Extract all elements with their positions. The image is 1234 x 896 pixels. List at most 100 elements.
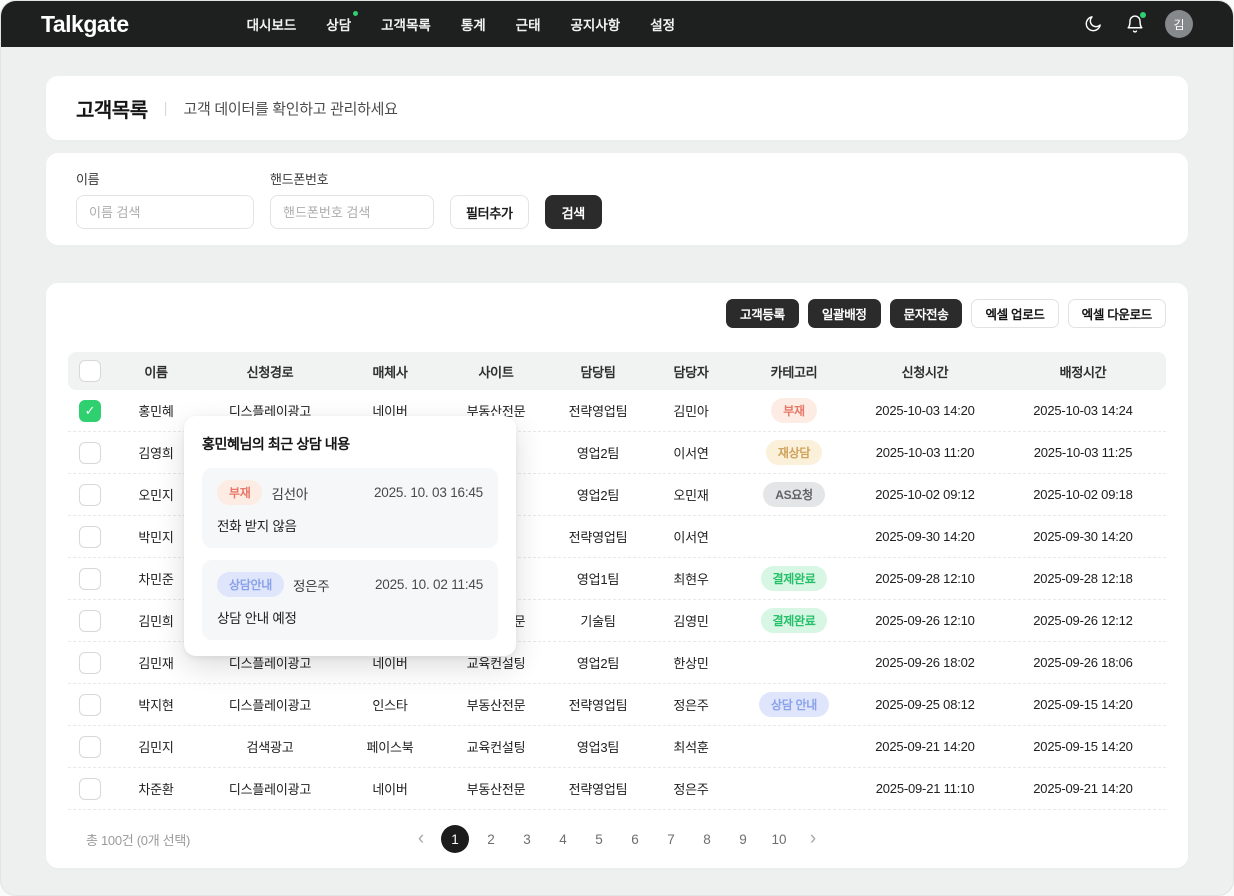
col-header-media: 매체사 bbox=[372, 364, 408, 380]
cell-agent: 최석훈 bbox=[673, 740, 709, 755]
nav-item-label: 고객목록 bbox=[381, 18, 431, 33]
page-button-4[interactable]: 4 bbox=[549, 825, 577, 853]
bulk-assign-button[interactable]: 일괄배정 bbox=[807, 299, 881, 328]
cell-name: 홍민혜 bbox=[138, 404, 174, 419]
row-checkbox[interactable] bbox=[79, 567, 101, 590]
row-checkbox[interactable] bbox=[79, 693, 101, 716]
cell-name: 김민지 bbox=[138, 740, 174, 755]
cell-assigned-at: 2025-09-15 14:20 bbox=[1033, 739, 1133, 754]
cell-media: 네이버 bbox=[372, 782, 408, 797]
top-navbar: Talkgate 대시보드 상담 고객목록 통계 근태 공지사항 설정 김 bbox=[1, 1, 1233, 47]
row-checkbox[interactable]: ✓ bbox=[79, 399, 101, 422]
dark-mode-toggle[interactable] bbox=[1081, 12, 1105, 36]
cell-site: 교육컨설팅 bbox=[466, 740, 526, 755]
cell-agent: 김민아 bbox=[673, 404, 709, 419]
nav-item-dashboard[interactable]: 대시보드 bbox=[247, 14, 297, 34]
row-checkbox[interactable] bbox=[79, 777, 101, 800]
row-checkbox[interactable] bbox=[79, 525, 101, 548]
page-button-1[interactable]: 1 bbox=[441, 825, 469, 853]
nav-item-label: 통계 bbox=[460, 18, 486, 33]
cell-team: 영업2팀 bbox=[576, 446, 620, 461]
page-header-card: 고객목록 | 고객 데이터를 확인하고 관리하세요 bbox=[46, 76, 1188, 140]
category-badge: 결제완료 bbox=[760, 566, 828, 591]
excel-download-button[interactable]: 엑셀 다운로드 bbox=[1067, 299, 1166, 328]
col-header-applied: 신청시간 bbox=[901, 364, 949, 380]
cell-assigned-at: 2025-09-21 14:20 bbox=[1033, 781, 1133, 796]
nav-item-notice[interactable]: 공지사항 bbox=[571, 14, 621, 34]
cell-name: 김민재 bbox=[138, 656, 174, 671]
cell-agent: 이서연 bbox=[673, 530, 709, 545]
cell-applied-at: 2025-09-26 18:02 bbox=[875, 655, 975, 670]
consult-status-badge: 상담안내 bbox=[217, 572, 284, 597]
selection-summary: 총 100건 (0개 선택) bbox=[86, 832, 191, 848]
cell-applied-at: 2025-09-25 08:12 bbox=[875, 697, 975, 712]
cell-agent: 오민재 bbox=[673, 488, 709, 503]
notifications-button[interactable] bbox=[1123, 12, 1147, 36]
page-button-2[interactable]: 2 bbox=[477, 825, 505, 853]
send-sms-button[interactable]: 문자전송 bbox=[889, 299, 963, 328]
cell-assigned-at: 2025-09-26 12:12 bbox=[1033, 613, 1133, 628]
avatar[interactable]: 김 bbox=[1165, 10, 1193, 38]
cell-team: 전략영업팀 bbox=[568, 698, 628, 713]
nav-item-label: 공지사항 bbox=[570, 18, 621, 33]
category-badge: AS요청 bbox=[763, 482, 825, 507]
search-button[interactable]: 검색 bbox=[544, 195, 602, 229]
add-filter-button[interactable]: 필터추가 bbox=[450, 195, 529, 229]
phone-search-input[interactable] bbox=[270, 195, 434, 229]
consult-entry: 상담안내 정은주 2025. 10. 02 11:45 상담 안내 예정 bbox=[202, 560, 498, 640]
cell-channel: 검색광고 bbox=[246, 740, 294, 755]
nav-item-stats[interactable]: 통계 bbox=[461, 14, 486, 34]
page-button-3[interactable]: 3 bbox=[513, 825, 541, 853]
nav-item-consult[interactable]: 상담 bbox=[326, 11, 359, 34]
page-button-8[interactable]: 8 bbox=[693, 825, 721, 853]
excel-upload-button[interactable]: 엑셀 업로드 bbox=[971, 299, 1059, 328]
name-search-input[interactable] bbox=[76, 195, 254, 229]
row-checkbox[interactable] bbox=[79, 483, 101, 506]
table-toolbar: 고객등록 일괄배정 문자전송 엑셀 업로드 엑셀 다운로드 bbox=[68, 299, 1166, 328]
page-title: 고객목록 bbox=[76, 99, 148, 122]
cell-site: 부동산전문 bbox=[466, 782, 526, 797]
recent-consult-popup: 홍민혜님의 최근 상담 내용 부재 김선아 2025. 10. 03 16:45… bbox=[184, 416, 516, 656]
nav-item-customers[interactable]: 고객목록 bbox=[381, 14, 431, 34]
cell-assigned-at: 2025-09-15 14:20 bbox=[1033, 697, 1133, 712]
popup-title: 홍민혜님의 최근 상담 내용 bbox=[202, 436, 350, 452]
name-filter-field: 이름 bbox=[76, 169, 254, 229]
col-header-assigned: 배정시간 bbox=[1059, 364, 1107, 380]
phone-filter-label: 핸드폰번호 bbox=[270, 172, 329, 187]
phone-filter-field: 핸드폰번호 bbox=[270, 169, 434, 229]
cell-assigned-at: 2025-09-30 14:20 bbox=[1033, 529, 1133, 544]
page-button-5[interactable]: 5 bbox=[585, 825, 613, 853]
page-subtitle: 고객 데이터를 확인하고 관리하세요 bbox=[183, 100, 398, 118]
notification-dot bbox=[1140, 12, 1146, 18]
prev-page-icon[interactable]: ‹ bbox=[409, 825, 433, 853]
next-page-icon[interactable]: › bbox=[801, 825, 825, 853]
navbar-right: 김 bbox=[1081, 10, 1193, 38]
table-row: 박지현 디스플레이광고 인스타 부동산전문 전략영업팀 정은주 상담 안내 20… bbox=[68, 684, 1166, 726]
nav-item-label: 설정 bbox=[650, 18, 676, 33]
row-checkbox[interactable] bbox=[79, 735, 101, 758]
nav-item-settings[interactable]: 설정 bbox=[650, 14, 675, 34]
cell-team: 전략영업팀 bbox=[568, 782, 628, 797]
page-button-6[interactable]: 6 bbox=[621, 825, 649, 853]
nav-item-attendance[interactable]: 근태 bbox=[516, 14, 541, 34]
app-logo: Talkgate bbox=[41, 10, 129, 37]
table-row: 차준환 디스플레이광고 네이버 부동산전문 전략영업팀 정은주 2025-09-… bbox=[68, 768, 1166, 810]
cell-agent: 정은주 bbox=[673, 698, 709, 713]
consult-agent: 정은주 bbox=[292, 578, 330, 594]
col-header-channel: 신청경로 bbox=[246, 364, 294, 380]
consult-datetime: 2025. 10. 03 16:45 bbox=[373, 485, 483, 500]
cell-applied-at: 2025-09-30 14:20 bbox=[875, 529, 975, 544]
row-checkbox[interactable] bbox=[79, 441, 101, 464]
cell-team: 영업2팀 bbox=[576, 488, 620, 503]
select-all-checkbox[interactable] bbox=[79, 360, 101, 382]
cell-assigned-at: 2025-09-26 18:06 bbox=[1033, 655, 1133, 670]
cell-applied-at: 2025-10-03 11:20 bbox=[875, 445, 975, 460]
page-button-9[interactable]: 9 bbox=[729, 825, 757, 853]
row-checkbox[interactable] bbox=[79, 651, 101, 674]
register-customer-button[interactable]: 고객등록 bbox=[726, 299, 799, 328]
row-checkbox[interactable] bbox=[79, 609, 101, 632]
page-button-10[interactable]: 10 bbox=[765, 825, 793, 853]
moon-icon bbox=[1085, 16, 1101, 32]
page-button-7[interactable]: 7 bbox=[657, 825, 685, 853]
nav-item-label: 대시보드 bbox=[246, 18, 297, 33]
